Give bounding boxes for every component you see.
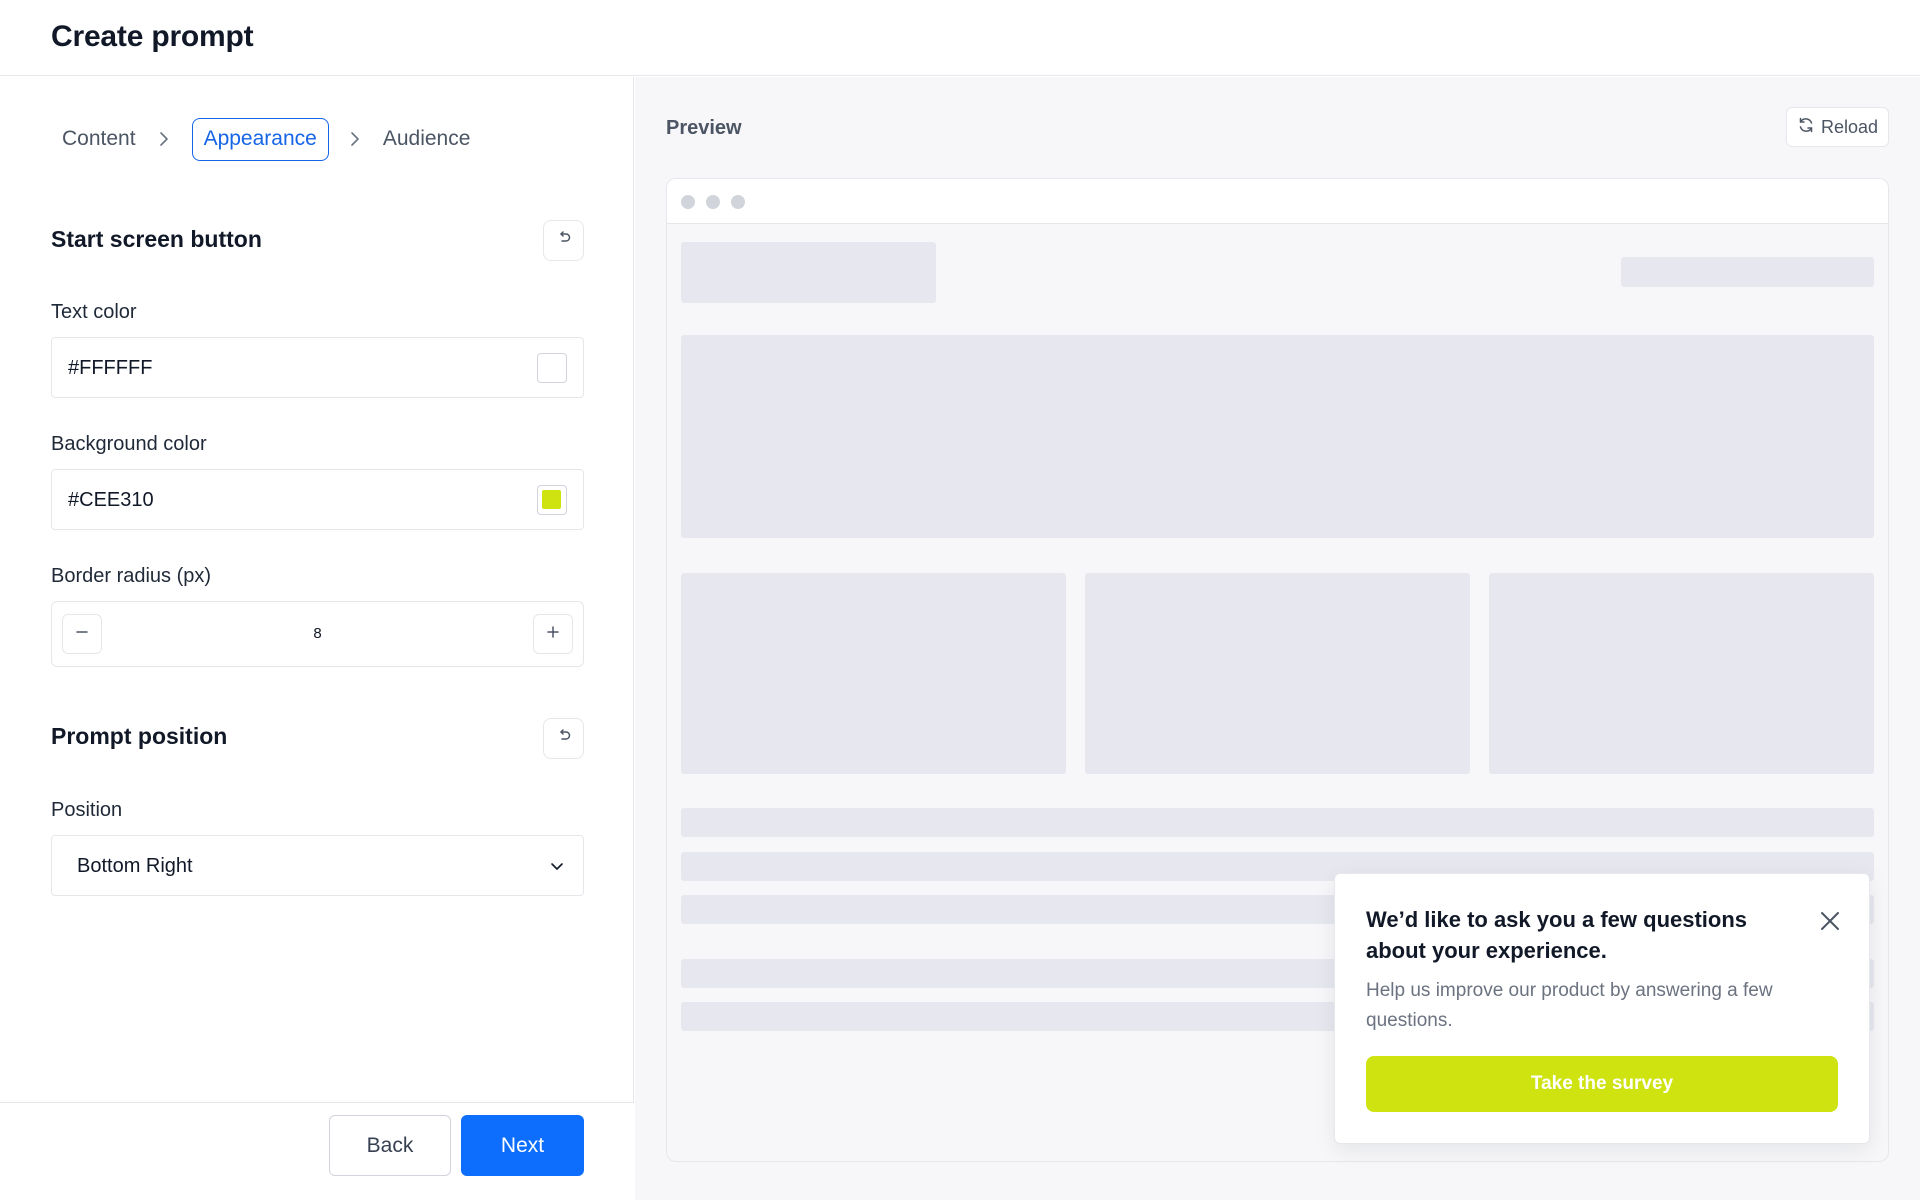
skeleton-block bbox=[1489, 573, 1874, 774]
position-select[interactable]: Bottom Right bbox=[51, 835, 584, 896]
close-icon[interactable] bbox=[1815, 906, 1845, 936]
background-color-label: Background color bbox=[51, 433, 207, 455]
take-survey-button[interactable]: Take the survey bbox=[1366, 1056, 1838, 1112]
window-dot bbox=[731, 195, 745, 209]
text-color-label: Text color bbox=[51, 301, 137, 323]
plus-icon bbox=[546, 625, 560, 644]
reload-button[interactable]: Reload bbox=[1786, 107, 1889, 147]
text-color-value: #FFFFFF bbox=[68, 357, 153, 379]
position-value: Bottom Right bbox=[77, 855, 193, 877]
settings-panel: Content Appearance Audience Start screen… bbox=[0, 77, 634, 1200]
refresh-icon bbox=[1797, 116, 1815, 139]
background-color-field[interactable]: #CEE310 bbox=[51, 469, 584, 530]
stepper: Content Appearance Audience bbox=[62, 117, 470, 161]
skeleton-line bbox=[681, 808, 1874, 837]
skeleton-block bbox=[681, 242, 936, 303]
step-content[interactable]: Content bbox=[62, 127, 136, 151]
undo-icon bbox=[556, 728, 572, 749]
background-color-value: #CEE310 bbox=[68, 489, 154, 511]
chevron-down-icon bbox=[549, 858, 565, 879]
border-radius-stepper: 8 bbox=[51, 601, 584, 667]
reload-label: Reload bbox=[1820, 116, 1879, 137]
section-title-start-screen-button: Start screen button bbox=[51, 226, 262, 252]
border-radius-label: Border radius (px) bbox=[51, 565, 212, 587]
background-color-swatch[interactable] bbox=[537, 485, 567, 515]
top-bar: Create prompt bbox=[0, 0, 1920, 76]
skeleton-block bbox=[1085, 573, 1470, 774]
popup-body: Help us improve our product by answering… bbox=[1366, 980, 1773, 1031]
popup-title: We’d like to ask you a few questions abo… bbox=[1366, 907, 1748, 963]
position-label: Position bbox=[51, 799, 123, 821]
back-button[interactable]: Back bbox=[329, 1115, 451, 1176]
undo-icon bbox=[556, 230, 572, 251]
page-title: Create prompt bbox=[51, 20, 254, 53]
step-audience[interactable]: Audience bbox=[383, 127, 471, 151]
preview-title: Preview bbox=[666, 117, 742, 139]
reset-prompt-position[interactable] bbox=[543, 718, 584, 759]
skeleton-block bbox=[1621, 257, 1874, 287]
window-dot bbox=[706, 195, 720, 209]
chevron-right-icon bbox=[146, 131, 182, 147]
reset-start-screen-button[interactable] bbox=[543, 220, 584, 261]
window-dot bbox=[681, 195, 695, 209]
next-button[interactable]: Next bbox=[461, 1115, 584, 1176]
swatch-fill bbox=[542, 358, 561, 377]
browser-bar bbox=[667, 179, 1888, 224]
chevron-right-icon bbox=[337, 131, 373, 147]
survey-popup: We’d like to ask you a few questions abo… bbox=[1334, 873, 1870, 1144]
step-appearance[interactable]: Appearance bbox=[191, 117, 329, 161]
text-color-field[interactable]: #FFFFFF bbox=[51, 337, 584, 398]
skeleton-block bbox=[681, 573, 1066, 774]
border-radius-value[interactable]: 8 bbox=[52, 625, 583, 642]
increment-button[interactable] bbox=[533, 614, 573, 654]
text-color-swatch[interactable] bbox=[537, 353, 567, 383]
swatch-fill bbox=[542, 490, 561, 509]
skeleton-block bbox=[681, 335, 1874, 538]
section-title-prompt-position: Prompt position bbox=[51, 723, 228, 749]
footer: Back Next bbox=[0, 1102, 634, 1200]
